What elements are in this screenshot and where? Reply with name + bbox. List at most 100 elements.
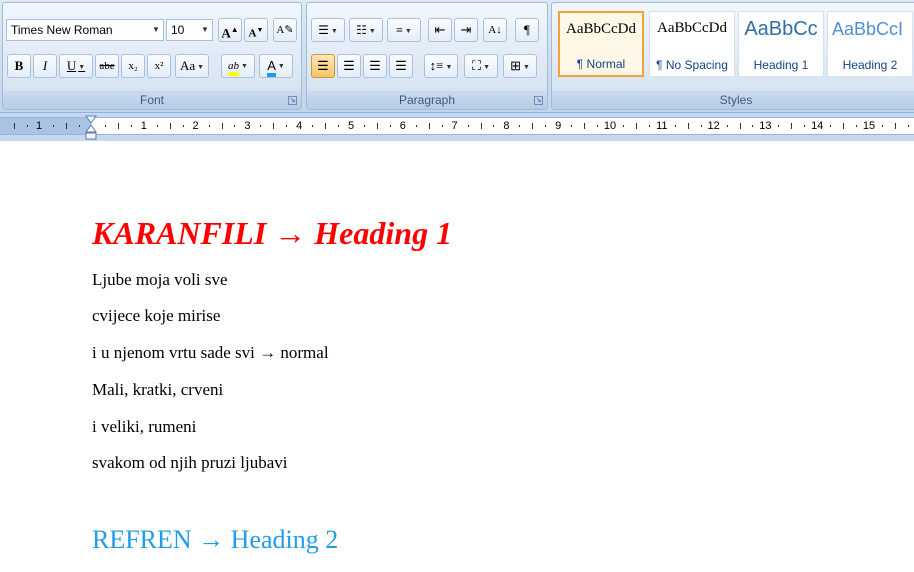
clear-formatting-button[interactable]: A✎ bbox=[273, 18, 297, 42]
strikethrough-button[interactable]: abe bbox=[95, 54, 119, 78]
style-normal[interactable]: AaBbCcDd ¶ Normal bbox=[558, 11, 644, 77]
ruler-number: 10 bbox=[603, 120, 617, 132]
change-case-button[interactable]: Aa ▼ bbox=[175, 54, 209, 78]
multilevel-list-icon: ≡ bbox=[396, 23, 403, 37]
italic-icon: I bbox=[42, 58, 48, 73]
subscript-button[interactable]: x₂ bbox=[121, 54, 145, 78]
styles-group-label: Styles bbox=[552, 91, 914, 109]
increase-indent-icon: ⇥ bbox=[460, 22, 472, 37]
style-sample: AaBbCcI bbox=[832, 19, 904, 39]
superscript-icon: x² bbox=[154, 60, 164, 72]
body-line: Mali, kratki, crveni bbox=[92, 380, 224, 399]
ruler-tick bbox=[674, 125, 676, 127]
chevron-down-icon: ▼ bbox=[483, 63, 491, 72]
style-sample: AaBbCcDd bbox=[657, 20, 727, 36]
style-heading-2[interactable]: AaBbCcI Heading 2 bbox=[827, 11, 913, 77]
font-size-combo[interactable]: 10 ▼ bbox=[166, 19, 213, 41]
ruler-tick bbox=[687, 123, 689, 129]
chevron-down-icon: ▼ bbox=[197, 63, 205, 72]
justify-icon: ☰ bbox=[395, 58, 407, 73]
bullets-button[interactable]: ☰ ▼ bbox=[311, 18, 345, 42]
align-center-button[interactable]: ☰ bbox=[337, 54, 361, 78]
align-right-button[interactable]: ☰ bbox=[363, 54, 387, 78]
ruler-bar: 1 1 2 3 4 5 6 7 8 9 10 11 12 13 14 15 bbox=[0, 113, 914, 141]
strikethrough-icon: abe bbox=[99, 60, 115, 72]
chevron-down-icon: ▼ bbox=[201, 25, 209, 34]
chevron-down-icon: ▼ bbox=[445, 63, 453, 72]
ruler-tick bbox=[584, 123, 586, 129]
show-formatting-marks-button[interactable]: ¶ bbox=[515, 18, 539, 42]
ruler-tick bbox=[739, 123, 741, 129]
ruler-tick bbox=[312, 125, 314, 127]
ruler-tick bbox=[830, 125, 832, 127]
line-spacing-button[interactable]: ↕≡ ▼ bbox=[424, 54, 458, 78]
ruler-tick bbox=[648, 125, 650, 127]
ruler-tick bbox=[907, 125, 909, 127]
ruler-tick bbox=[622, 125, 624, 127]
ruler-number: 3 bbox=[244, 120, 251, 132]
underline-button[interactable]: U ▼ bbox=[59, 54, 93, 78]
multilevel-list-button[interactable]: ≡ ▼ bbox=[387, 18, 421, 42]
superscript-button[interactable]: x² bbox=[147, 54, 171, 78]
italic-button[interactable]: I bbox=[33, 54, 57, 78]
align-center-icon: ☰ bbox=[343, 58, 355, 73]
numbering-button[interactable]: ☷ ▼ bbox=[349, 18, 383, 42]
align-left-icon: ☰ bbox=[317, 58, 329, 73]
sort-icon: A↓ bbox=[488, 24, 502, 36]
ruler-number: 13 bbox=[759, 120, 772, 132]
bold-button[interactable]: B bbox=[7, 54, 31, 78]
body-line: Ljube moja voli sve bbox=[92, 270, 228, 289]
highlight-button[interactable]: ab ▼ bbox=[221, 54, 255, 78]
ruler-tick bbox=[221, 123, 223, 129]
paragraph-group: ☰ ▼ ☷ ▼ ≡ ▼ ⇤ ⇥ A↓ ¶ ☰ ☰ ☰ ☰ ↕≡ ▼ ⛶ ▼ ⊞ ▼ Para… bbox=[306, 2, 548, 110]
horizontal-ruler[interactable]: 1 1 2 3 4 5 6 7 8 9 10 11 12 13 14 15 bbox=[0, 117, 914, 135]
ruler-tick bbox=[635, 123, 637, 129]
indent-marker-icon[interactable] bbox=[85, 113, 97, 141]
bold-icon: B bbox=[14, 58, 24, 73]
align-left-button[interactable]: ☰ bbox=[311, 54, 335, 78]
style-no-spacing[interactable]: AaBbCcDd ¶ No Spacing bbox=[649, 11, 735, 77]
chevron-down-icon: ▼ bbox=[330, 27, 338, 36]
ruler-number: 1 bbox=[140, 120, 147, 132]
align-right-icon: ☰ bbox=[369, 58, 381, 73]
shrink-font-button[interactable]: A▼ bbox=[244, 18, 268, 42]
style-name: Heading 2 bbox=[842, 58, 898, 72]
justify-button[interactable]: ☰ bbox=[389, 54, 413, 78]
highlighter-icon: ab bbox=[228, 60, 240, 76]
ruler-tick bbox=[700, 125, 702, 127]
increase-indent-button[interactable]: ⇥ bbox=[454, 18, 478, 42]
shading-button[interactable]: ⛶ ▼ bbox=[464, 54, 498, 78]
document-page[interactable]: KARANFILI → Heading 1 Ljube moja voli sv… bbox=[0, 141, 914, 572]
style-heading-1[interactable]: AaBbCc Heading 1 bbox=[738, 11, 824, 77]
ribbon: Times New Roman ▼ 10 ▼ A▲ A▼ A✎ B I U ▼ a… bbox=[0, 0, 914, 113]
decrease-indent-button[interactable]: ⇤ bbox=[428, 18, 452, 42]
ruler-tick bbox=[117, 123, 119, 129]
ruler-tick bbox=[441, 125, 443, 127]
sort-button[interactable]: A↓ bbox=[483, 18, 507, 42]
ruler-number: 2 bbox=[192, 120, 199, 132]
paragraph-dialog-launcher-icon[interactable]: ↘ bbox=[534, 96, 543, 105]
font-group-label: Font bbox=[3, 91, 301, 109]
ruler-number: 15 bbox=[862, 120, 876, 132]
heading-2-text: REFREN → Heading 2 bbox=[92, 525, 339, 554]
ruler-tick bbox=[726, 125, 728, 127]
borders-button[interactable]: ⊞ ▼ bbox=[503, 54, 537, 78]
ruler-tick bbox=[273, 123, 275, 129]
shrink-font-icon: A bbox=[248, 27, 257, 40]
ruler-tick bbox=[53, 125, 55, 127]
ruler-number: 7 bbox=[451, 120, 458, 132]
ruler-tick bbox=[571, 125, 573, 127]
font-color-button[interactable]: A ▼ bbox=[259, 54, 293, 78]
ruler-tick bbox=[79, 125, 81, 127]
ruler-number: 5 bbox=[347, 120, 355, 132]
ruler-number: 6 bbox=[399, 120, 406, 132]
grow-font-button[interactable]: A▲ bbox=[218, 18, 242, 42]
ruler-tick bbox=[545, 125, 547, 127]
font-dialog-launcher-icon[interactable]: ↘ bbox=[288, 96, 297, 105]
body-line: cvijece koje mirise bbox=[92, 306, 221, 325]
ruler-tick bbox=[27, 125, 29, 127]
ruler-tick bbox=[881, 125, 883, 127]
font-name-combo[interactable]: Times New Roman ▼ bbox=[6, 19, 164, 41]
chevron-down-icon: ▼ bbox=[277, 62, 285, 70]
ruler-tick bbox=[467, 125, 469, 127]
